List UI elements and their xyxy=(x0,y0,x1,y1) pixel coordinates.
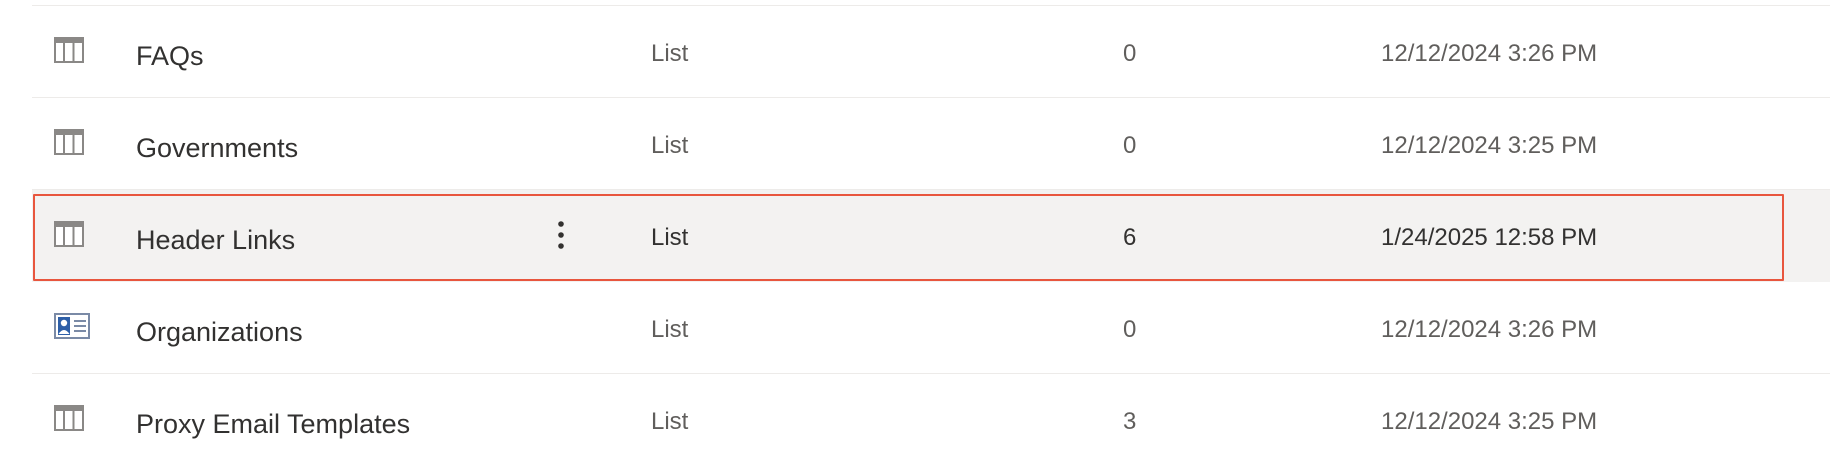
row-name[interactable]: Proxy Email Templates xyxy=(136,408,410,440)
row-name[interactable]: Header Links xyxy=(136,224,295,256)
row-modified: 12/12/2024 3:25 PM xyxy=(1381,408,1598,435)
list-grid-icon xyxy=(54,129,84,155)
row-item-count: 0 xyxy=(1123,132,1137,159)
contacts-list-icon xyxy=(54,313,90,339)
row-item-count: 0 xyxy=(1123,40,1137,67)
list-row-organizations[interactable]: Organizations List 0 12/12/2024 3:26 PM xyxy=(32,282,1830,374)
row-modified: 12/12/2024 3:26 PM xyxy=(1381,40,1598,67)
list-grid-icon xyxy=(54,221,84,247)
row-item-count: 6 xyxy=(1123,224,1137,251)
list-row-proxy-email-templates[interactable]: Proxy Email Templates List 3 12/12/2024 … xyxy=(32,374,1830,464)
row-name[interactable]: Organizations xyxy=(136,316,303,348)
row-type: List xyxy=(651,224,689,251)
row-modified: 12/12/2024 3:25 PM xyxy=(1381,132,1598,159)
site-contents-list: FAQs List 0 12/12/2024 3:26 PM Governmen… xyxy=(0,0,1830,464)
row-type: List xyxy=(651,408,689,435)
row-modified: 1/24/2025 12:58 PM xyxy=(1381,224,1598,251)
more-options-icon[interactable] xyxy=(536,210,586,260)
row-name[interactable]: FAQs xyxy=(136,40,204,72)
list-row-faqs[interactable]: FAQs List 0 12/12/2024 3:26 PM xyxy=(32,6,1830,98)
row-type: List xyxy=(651,132,689,159)
row-name[interactable]: Governments xyxy=(136,132,298,164)
row-item-count: 0 xyxy=(1123,316,1137,343)
list-row-header-links[interactable]: Header Links List 6 1/24/2025 12:58 PM xyxy=(32,190,1830,282)
list-grid-icon xyxy=(54,405,84,431)
row-type: List xyxy=(651,316,689,343)
row-type: List xyxy=(651,40,689,67)
row-item-count: 3 xyxy=(1123,408,1137,435)
list-row-governments[interactable]: Governments List 0 12/12/2024 3:25 PM xyxy=(32,98,1830,190)
row-modified: 12/12/2024 3:26 PM xyxy=(1381,316,1598,343)
list-grid-icon xyxy=(54,37,84,63)
